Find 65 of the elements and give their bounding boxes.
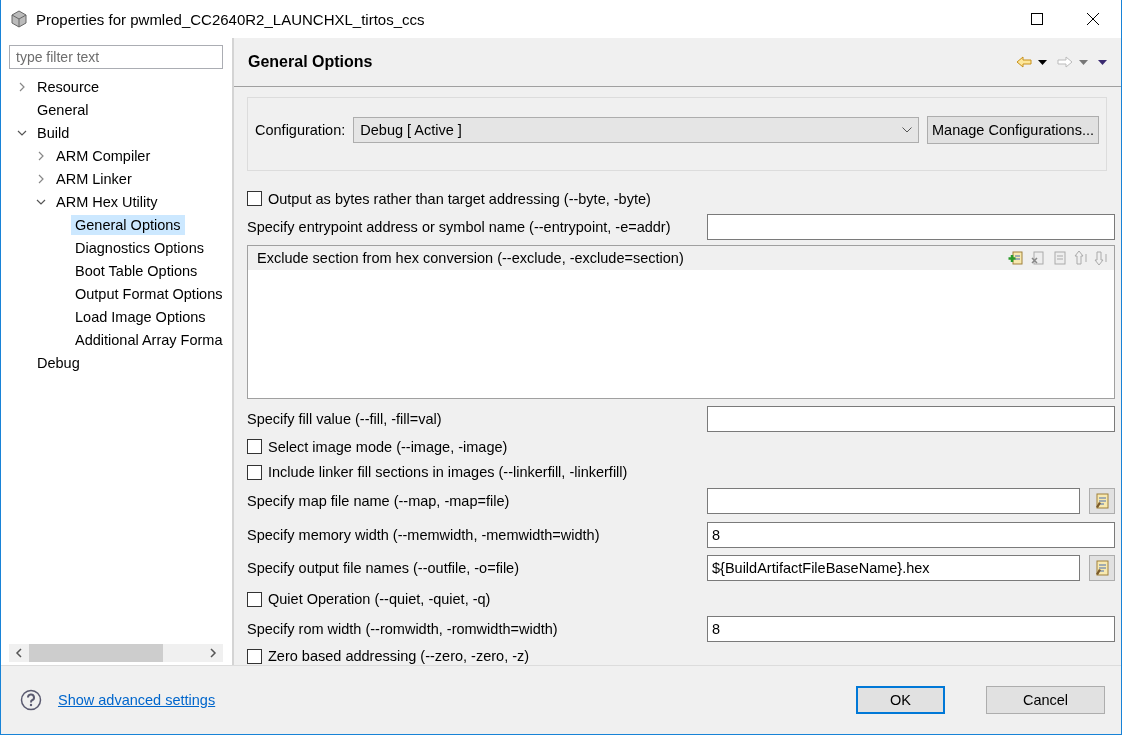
- chevron-right-icon[interactable]: [17, 81, 27, 92]
- add-item-icon[interactable]: [1008, 250, 1024, 266]
- list-box[interactable]: Exclude section from hex conversion (--exclude, -exclude=section): [247, 245, 1115, 399]
- tree-item[interactable]: ARM Hex Utility: [52, 191, 162, 212]
- input-field[interactable]: [707, 488, 1080, 514]
- option-label: Output as bytes rather than target addressing (--byte, -byte): [268, 190, 651, 207]
- browse-button[interactable]: [1089, 554, 1115, 581]
- horizontal-scrollbar[interactable]: [9, 644, 223, 662]
- input-field[interactable]: 8: [707, 521, 1115, 548]
- chevron-left-icon[interactable]: [13, 647, 25, 659]
- chevron-right-icon[interactable]: [207, 647, 219, 659]
- tree-item[interactable]: Additional Array Forma: [71, 329, 227, 350]
- tree-item[interactable]: ARM Compiler: [52, 145, 155, 166]
- tree-item[interactable]: Build: [33, 122, 74, 143]
- tree-item[interactable]: General: [33, 99, 93, 120]
- option-label: Specify entrypoint address or symbol name (--entrypoint, -e=addr): [247, 218, 672, 235]
- maximize-icon: [1031, 13, 1043, 25]
- option-label: Quiet Operation (--quiet, -quiet, -q): [268, 591, 491, 607]
- option-label: Specify rom width (--romwidth, -romwidth=width): [247, 620, 559, 637]
- chevron-right-icon[interactable]: [36, 150, 46, 161]
- input-field[interactable]: ${BuildArtifactFileBaseName}.hex: [707, 554, 1080, 581]
- option-label: Specify memory width (--memwidth, -memwidth=width): [247, 526, 601, 543]
- chevron-down-icon: [902, 127, 912, 133]
- tree-item[interactable]: General Options: [71, 214, 185, 235]
- window-title: Properties for pwmled_CC2640R2_LAUNCHXL_tirtos_ccs: [36, 10, 426, 28]
- manage-configurations-button[interactable]: Manage Configurations...: [927, 116, 1099, 144]
- checkbox[interactable]: [247, 591, 262, 607]
- tree-item[interactable]: ARM Linker: [52, 168, 136, 189]
- configuration-dropdown[interactable]: Debug [ Active ]: [353, 117, 919, 143]
- checkbox[interactable]: [247, 464, 262, 480]
- tree-item[interactable]: Output Format Options: [71, 283, 227, 304]
- help-icon[interactable]: [20, 689, 42, 711]
- close-icon: [1087, 13, 1099, 25]
- input-field[interactable]: [707, 405, 1115, 432]
- tree-item[interactable]: Load Image Options: [71, 306, 210, 327]
- document-pencil-icon: [1094, 559, 1110, 576]
- page-title: General Options: [248, 53, 374, 71]
- checkbox[interactable]: [247, 648, 262, 664]
- tree-item[interactable]: Resource: [33, 76, 104, 97]
- checkbox[interactable]: [247, 439, 262, 454]
- input-field[interactable]: 8: [707, 615, 1115, 642]
- checkbox[interactable]: [247, 191, 262, 206]
- browse-button[interactable]: [1089, 488, 1115, 514]
- dropdown-icon[interactable]: [1038, 59, 1047, 65]
- list-header: Exclude section from hex conversion (--exclude, -exclude=section): [257, 250, 684, 266]
- option-label: Specify fill value (--fill, -fill=val): [247, 410, 443, 427]
- delete-item-icon[interactable]: [1030, 250, 1046, 266]
- tree-item[interactable]: Diagnostics Options: [71, 237, 208, 258]
- filter-field[interactable]: type filter text: [9, 45, 223, 69]
- view-menu-icon[interactable]: [1098, 59, 1107, 65]
- chevron-right-icon[interactable]: [36, 173, 46, 184]
- option-label: Include linker fill sections in images (--linkerfill, -linkerfill): [268, 464, 628, 480]
- show-advanced-settings-link[interactable]: Show advanced settings: [58, 692, 856, 708]
- configuration-label: Configuration:: [255, 122, 346, 138]
- tree-item[interactable]: Debug: [33, 352, 84, 373]
- option-label: Select image mode (--image, -image): [268, 438, 508, 455]
- option-label: Zero based addressing (--zero, -zero, -z): [268, 648, 530, 664]
- option-label: Specify map file name (--map, -map=file): [247, 493, 511, 509]
- ok-button[interactable]: OK: [856, 686, 945, 714]
- cancel-button[interactable]: Cancel: [986, 686, 1105, 714]
- cube-icon: [10, 10, 28, 28]
- option-label: Specify output file names (--outfile, -o=file): [247, 559, 520, 576]
- document-pencil-icon: [1094, 493, 1110, 509]
- input-field[interactable]: [707, 213, 1115, 240]
- tree-item[interactable]: Boot Table Options: [71, 260, 202, 281]
